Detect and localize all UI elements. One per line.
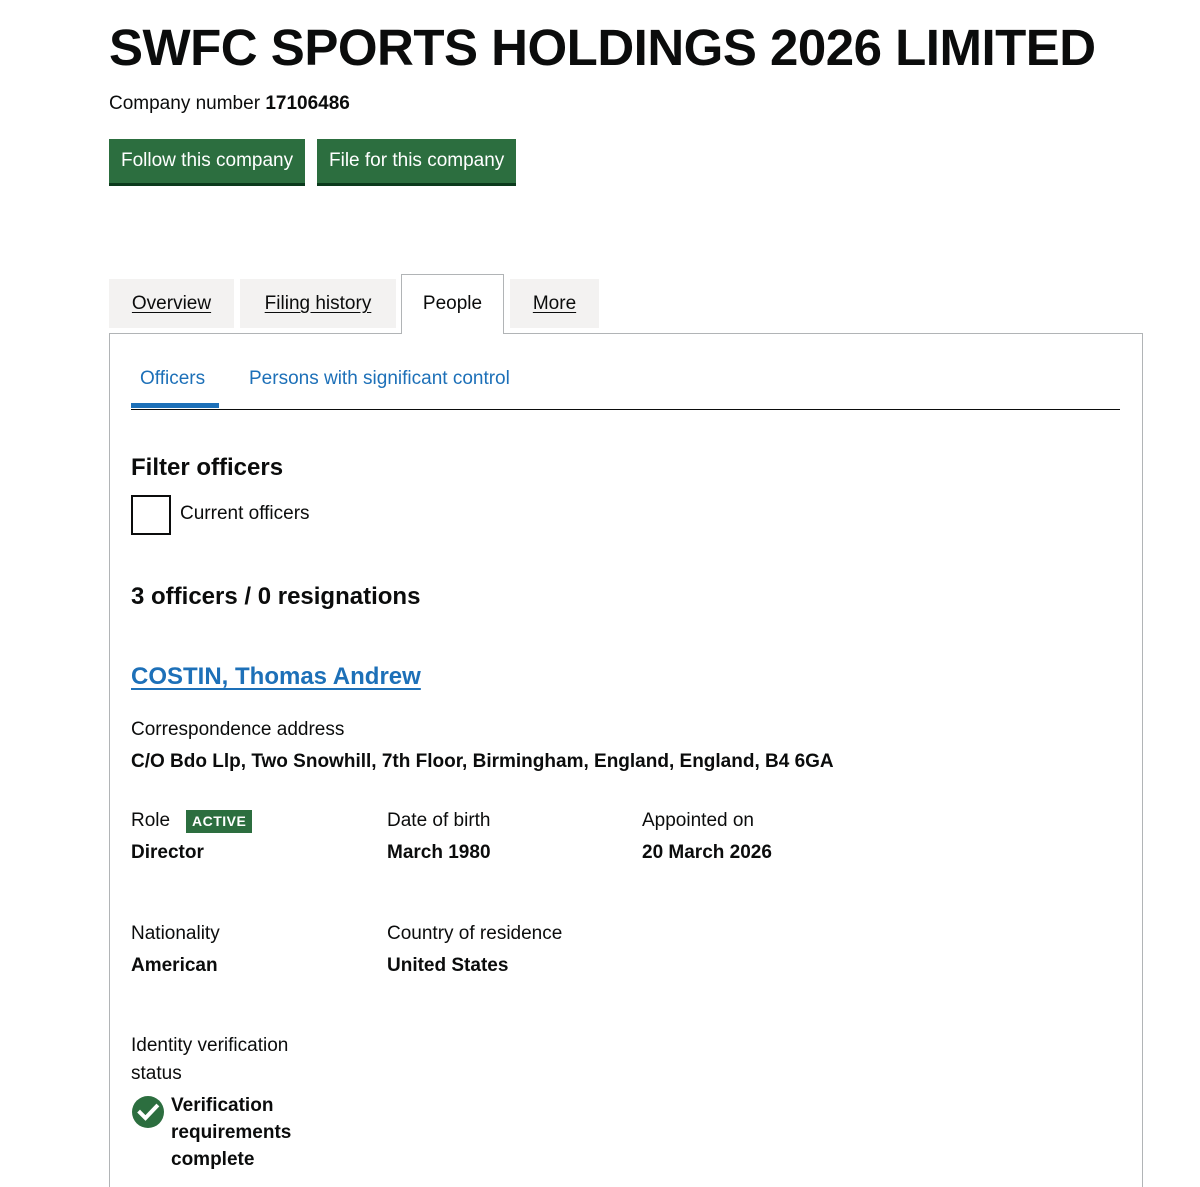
follow-company-button[interactable]: Follow this company — [109, 139, 306, 183]
nationality-label: Nationality — [131, 923, 220, 944]
officer-name-link[interactable]: COSTIN, Thomas Andrew — [131, 662, 421, 692]
tab-people[interactable]: People — [401, 274, 504, 334]
filter-officers-heading: Filter officers — [131, 454, 284, 481]
identity-verification-label: Identity verification status — [131, 1035, 289, 1084]
tab-filing-history[interactable]: Filing history — [240, 279, 396, 328]
company-number-value: 17106486 — [265, 93, 350, 114]
tab-more[interactable]: More — [510, 279, 599, 328]
identity-verification-status: Verification requirements complete — [171, 1095, 292, 1170]
officers-count-heading: 3 officers / 0 resignations — [131, 583, 421, 610]
company-name-heading: SWFC SPORTS HOLDINGS 2026 LIMITED — [109, 19, 1096, 76]
company-number-label: Company number — [109, 93, 261, 114]
active-status-badge: ACTIVE — [186, 810, 253, 833]
tab-overview[interactable]: Overview — [109, 279, 234, 328]
date-of-birth-label: Date of birth — [387, 810, 491, 831]
role-label: Role — [131, 810, 171, 831]
current-officers-checkbox[interactable] — [131, 495, 171, 535]
check-circle-icon — [132, 1096, 164, 1128]
role-value: Director — [131, 842, 204, 863]
country-of-residence-value: United States — [387, 955, 509, 976]
date-of-birth-value: March 1980 — [387, 842, 491, 863]
nationality-value: American — [131, 955, 218, 976]
current-officers-label[interactable]: Current officers — [180, 502, 310, 526]
correspondence-address-value: C/O Bdo Llp, Two Snowhill, 7th Floor, Bi… — [131, 751, 834, 772]
company-people-page: SWFC SPORTS HOLDINGS 2026 LIMITED Compan… — [0, 0, 1200, 1187]
subtab-persons-with-significant-control[interactable]: Persons with significant control — [249, 366, 510, 392]
people-subtabs: Officers Persons with significant contro… — [131, 358, 1120, 410]
country-of-residence-label: Country of residence — [387, 923, 563, 944]
appointed-on-label: Appointed on — [642, 810, 754, 831]
appointed-on-value: 20 March 2026 — [642, 842, 772, 863]
subtab-officers[interactable]: Officers — [140, 366, 205, 392]
correspondence-address-label: Correspondence address — [131, 719, 345, 740]
file-for-company-button[interactable]: File for this company — [317, 139, 517, 183]
company-number-line: Company number 17106486 — [109, 92, 350, 116]
subtab-selected-indicator — [131, 403, 219, 408]
